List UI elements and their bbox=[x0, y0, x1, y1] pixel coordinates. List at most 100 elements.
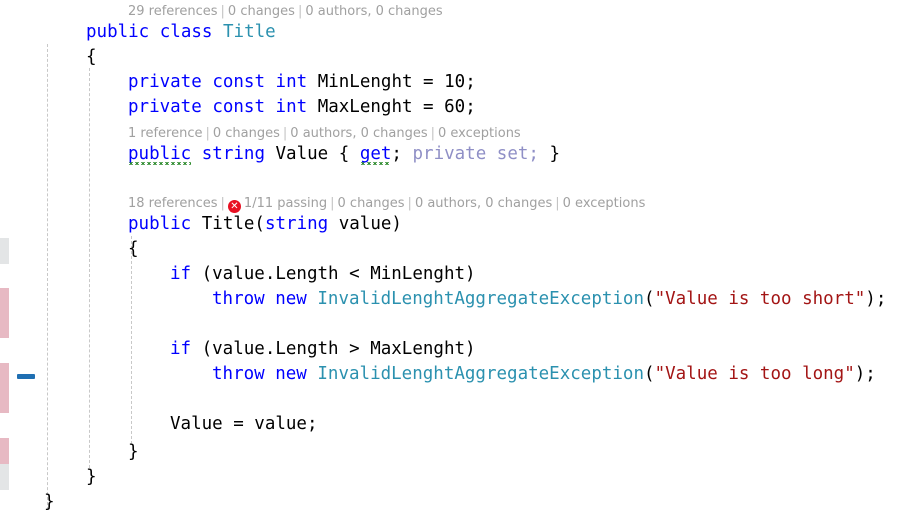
info-dash-icon[interactable] bbox=[17, 374, 35, 379]
code-line[interactable]: Value = value; bbox=[170, 412, 318, 437]
code-token: throw bbox=[212, 364, 265, 384]
code-token: private bbox=[128, 72, 202, 92]
codelens-item[interactable]: 29 references bbox=[128, 4, 218, 19]
codelens-separator: | bbox=[297, 4, 303, 19]
error-x-icon[interactable] bbox=[16, 214, 36, 234]
code-token: } bbox=[128, 442, 139, 462]
codelens-item[interactable]: 0 authors, 0 changes bbox=[290, 126, 427, 141]
code-token: if bbox=[170, 339, 192, 359]
coverage-bar bbox=[0, 313, 9, 338]
error-x-icon[interactable] bbox=[16, 414, 36, 434]
codelens-separator: | bbox=[330, 196, 335, 211]
codelens-separator: | bbox=[282, 126, 288, 141]
code-token: InvalidLenghtAggregateException bbox=[317, 364, 645, 384]
code-line[interactable]: } bbox=[128, 440, 139, 465]
code-token: } bbox=[86, 467, 97, 487]
coverage-bar bbox=[0, 363, 9, 388]
code-line[interactable]: } bbox=[86, 465, 97, 490]
code-token: (value.Length < MinLenght) bbox=[191, 264, 476, 284]
codelens-item[interactable]: 0 exceptions bbox=[563, 196, 646, 211]
code-token: InvalidLenghtAggregateException bbox=[317, 289, 645, 309]
codelens-item[interactable]: 0 authors, 0 changes bbox=[415, 196, 552, 211]
code-token: class bbox=[159, 22, 213, 42]
error-x-icon[interactable] bbox=[16, 144, 36, 164]
code-line[interactable]: { bbox=[86, 45, 97, 70]
code-token: if bbox=[170, 264, 192, 284]
error-x-icon[interactable] bbox=[16, 289, 36, 309]
code-token: get bbox=[359, 144, 392, 164]
code-line[interactable]: public Title(string value) bbox=[128, 212, 402, 237]
codelens-row[interactable]: 1 reference | 0 changes | 0 authors, 0 chang… bbox=[128, 124, 521, 143]
code-token: MaxLenght = 60; bbox=[307, 97, 476, 117]
code-line[interactable]: public string Value { get; private set; … bbox=[128, 142, 560, 167]
code-token: "Value is too long" bbox=[654, 364, 855, 384]
code-token: ; bbox=[391, 144, 402, 164]
code-line[interactable]: public class Title bbox=[86, 20, 276, 45]
codelens-item[interactable]: 0 changes bbox=[338, 196, 405, 211]
codelens-row[interactable]: 18 references | ✕ 1/11 passing | 0 changes | 0 … bbox=[128, 194, 645, 213]
code-token: int bbox=[275, 72, 308, 92]
code-token: ( bbox=[644, 364, 655, 384]
coverage-bar bbox=[0, 288, 9, 313]
code-line[interactable]: { bbox=[128, 237, 139, 262]
codelens-separator: | bbox=[407, 196, 412, 211]
codelens-row[interactable]: 29 references | 0 changes | 0 authors, 0 cha… bbox=[128, 2, 443, 21]
codelens-item[interactable]: 1/11 passing bbox=[244, 196, 327, 211]
code-token: { bbox=[86, 47, 97, 67]
indent-guide-line bbox=[47, 44, 48, 510]
code-token: string bbox=[201, 144, 265, 164]
code-token: { bbox=[128, 239, 139, 259]
code-line[interactable]: throw new InvalidLenghtAggregateExceptio… bbox=[212, 362, 876, 387]
code-token: private set; bbox=[401, 144, 539, 164]
indent-guide-line bbox=[89, 68, 90, 468]
code-token: ); bbox=[854, 364, 876, 384]
codelens-separator: | bbox=[555, 196, 560, 211]
error-x-icon[interactable] bbox=[16, 264, 36, 284]
code-token: value) bbox=[328, 214, 402, 234]
code-token: ); bbox=[865, 289, 887, 309]
code-line[interactable]: if (value.Length < MinLenght) bbox=[170, 262, 476, 287]
code-token: new bbox=[275, 364, 307, 384]
code-editor-surface[interactable]: 29 references | 0 changes | 0 authors, 0 cha… bbox=[0, 0, 905, 522]
code-line[interactable]: private const int MaxLenght = 60; bbox=[128, 95, 476, 120]
code-token: Title bbox=[223, 22, 276, 42]
code-line[interactable]: if (value.Length > MaxLenght) bbox=[170, 337, 476, 362]
coverage-bar bbox=[0, 388, 9, 413]
codelens-separator: | bbox=[430, 126, 435, 141]
codelens-item[interactable]: 0 changes bbox=[213, 126, 280, 141]
code-line[interactable]: throw new InvalidLenghtAggregateExceptio… bbox=[212, 287, 886, 312]
code-token: "Value is too short" bbox=[654, 289, 866, 309]
codelens-item[interactable]: 0 authors, 0 changes bbox=[305, 4, 442, 19]
code-token: public bbox=[128, 214, 192, 234]
code-token: Value = value; bbox=[170, 414, 318, 434]
code-line[interactable]: private const int MinLenght = 10; bbox=[128, 70, 476, 95]
code-token: public bbox=[128, 144, 192, 164]
code-token: public bbox=[86, 22, 150, 42]
code-line[interactable]: } bbox=[44, 490, 55, 515]
codelens-separator: | bbox=[220, 4, 225, 19]
code-token: const bbox=[212, 97, 265, 117]
code-token: ( bbox=[644, 289, 655, 309]
code-token: Title( bbox=[191, 214, 265, 234]
codelens-item[interactable]: 0 exceptions bbox=[438, 126, 521, 141]
code-token: Value { bbox=[264, 144, 360, 164]
error-x-icon[interactable] bbox=[16, 339, 36, 359]
coverage-bar bbox=[0, 438, 9, 464]
code-token: } bbox=[44, 492, 55, 512]
code-token: MinLenght = 10; bbox=[307, 72, 476, 92]
code-token: const bbox=[212, 72, 265, 92]
code-token: private bbox=[128, 97, 202, 117]
codelens-item[interactable]: 1 reference bbox=[128, 126, 202, 141]
codelens-item[interactable]: 18 references bbox=[128, 196, 218, 211]
codelens-item[interactable]: 0 changes bbox=[228, 4, 295, 19]
